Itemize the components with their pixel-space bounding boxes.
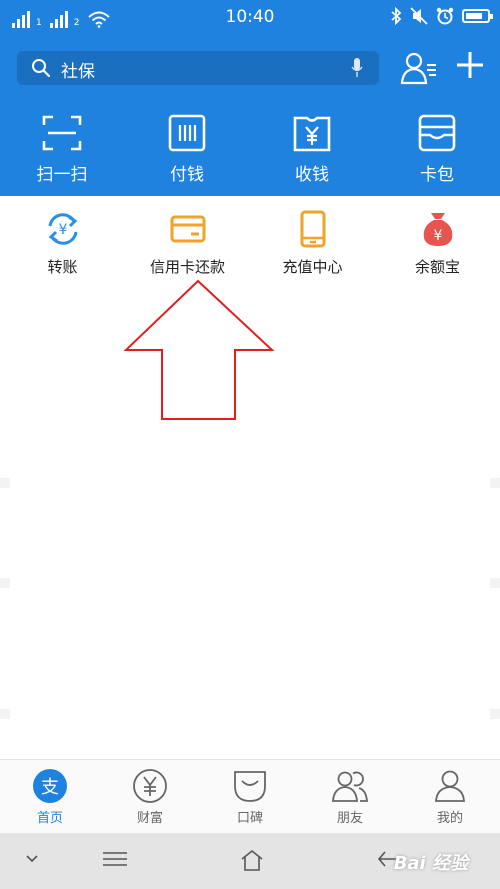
card-wallet-button[interactable]: 卡包 [387, 114, 487, 194]
pay-button[interactable]: 付钱 [137, 114, 237, 194]
scan-icon [42, 115, 82, 151]
add-icon[interactable] [455, 50, 485, 80]
search-query[interactable]: 社保 [61, 57, 95, 82]
svg-text:¥: ¥ [59, 222, 68, 238]
edge-mark [0, 478, 10, 488]
tab-koubei[interactable]: 口碑 [200, 760, 300, 834]
tab-me-label: 我的 [436, 811, 463, 826]
mute-icon [410, 7, 428, 25]
edge-mark [490, 478, 500, 488]
receive-label: 收钱 [295, 165, 329, 185]
baidu-jingyan-watermark: Bai 经验 [393, 853, 468, 874]
transfer-icon: ¥ [48, 213, 78, 245]
receive-money-icon [293, 116, 331, 152]
chevron-down-icon[interactable] [26, 855, 38, 863]
tab-friends-label: 朋友 [336, 811, 363, 826]
receive-button[interactable]: 收钱 [262, 114, 362, 194]
tab-me[interactable]: 我的 [400, 760, 500, 834]
alarm-icon [436, 7, 454, 25]
tab-home[interactable]: 支 首页 [0, 760, 100, 834]
koubei-icon [234, 771, 266, 802]
contacts-icon[interactable] [400, 51, 438, 85]
barcode-pay-icon [168, 114, 206, 152]
svg-text:支: 支 [41, 777, 59, 798]
edge-mark [490, 578, 500, 588]
edge-mark [0, 578, 10, 588]
card-wallet-label: 卡包 [420, 165, 454, 185]
tab-wealth[interactable]: 财富 [100, 760, 200, 834]
tab-koubei-label: 口碑 [236, 811, 263, 826]
money-bag-icon: ¥ [423, 213, 453, 246]
yuan-icon [133, 769, 167, 803]
pay-label: 付钱 [170, 165, 204, 185]
edge-mark [490, 709, 500, 719]
menu-icon[interactable] [103, 851, 127, 867]
battery-icon [462, 9, 493, 23]
svg-text:¥: ¥ [434, 228, 443, 244]
scan-button[interactable]: 扫一扫 [12, 114, 112, 194]
home-header: 社保 扫一扫 付钱 收钱 卡包 [0, 36, 500, 196]
status-bar: 1 2 10:40 [0, 0, 500, 36]
bluetooth-icon [391, 7, 402, 25]
scan-label: 扫一扫 [36, 165, 88, 185]
card-wallet-icon [418, 114, 456, 152]
credit-card-icon [170, 215, 206, 243]
tab-bar: 支 首页 财富 口碑 朋友 我的 [0, 759, 500, 833]
tab-home-label: 首页 [36, 811, 63, 826]
tab-wealth-label: 财富 [136, 811, 163, 826]
system-nav-bar: Bai 经验 [0, 833, 500, 889]
phone-topup-icon [300, 210, 326, 248]
tab-friends[interactable]: 朋友 [300, 760, 400, 834]
profile-icon [435, 770, 465, 802]
edge-mark [0, 709, 10, 719]
search-bar[interactable]: 社保 [17, 51, 379, 85]
microphone-icon[interactable] [351, 58, 363, 78]
friends-icon [332, 771, 368, 802]
home-icon[interactable] [240, 849, 264, 871]
search-icon [32, 59, 51, 78]
alipay-home-icon: 支 [33, 769, 67, 803]
annotation-arrow [123, 279, 275, 420]
